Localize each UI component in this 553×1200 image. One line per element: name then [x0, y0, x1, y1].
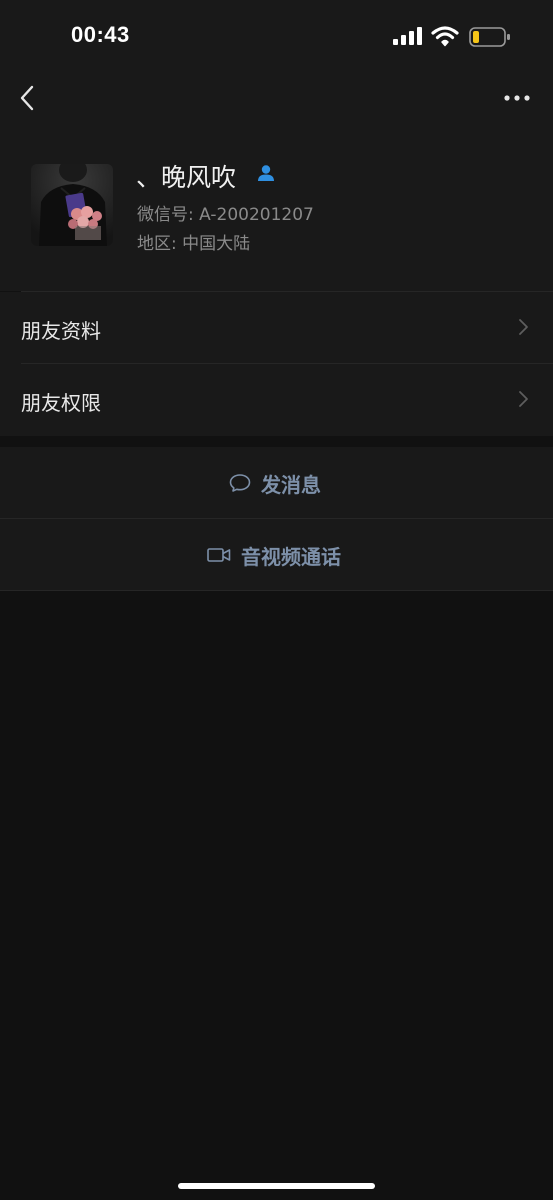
chevron-right-icon	[519, 391, 528, 407]
divider	[0, 590, 553, 591]
signal-icon	[393, 27, 422, 45]
send-message-button[interactable]: 发消息	[0, 447, 553, 519]
avatar-photo	[31, 164, 113, 246]
video-camera-icon	[207, 548, 231, 562]
nickname: 、晚风吹	[136, 163, 237, 192]
profile-header: 、晚风吹 微信号: A-200201207 地区: 中国大陆	[0, 130, 553, 291]
chevron-right-icon	[519, 319, 528, 335]
back-icon[interactable]	[16, 84, 40, 112]
home-indicator[interactable]	[178, 1183, 375, 1189]
friend-profile-row[interactable]: 朋友资料	[0, 292, 553, 364]
contact-profile-screen: 00:43 、晚风吹 微信号: A-200201207 地区: 中国大陆 朋友资…	[0, 0, 553, 1200]
chat-bubble-icon	[229, 474, 251, 492]
battery-icon	[469, 27, 510, 47]
region: 地区: 中国大陆	[137, 234, 251, 254]
contact-person-icon	[258, 165, 274, 181]
video-call-button[interactable]: 音视频通话	[0, 519, 553, 591]
divider	[21, 291, 553, 292]
more-icon[interactable]	[503, 88, 531, 108]
status-bar: 00:43	[0, 0, 553, 70]
avatar[interactable]	[31, 164, 113, 246]
friend-permissions-row[interactable]: 朋友权限	[0, 364, 553, 436]
friend-permissions-label: 朋友权限	[21, 391, 101, 415]
friend-profile-label: 朋友资料	[21, 319, 101, 343]
send-message-label: 发消息	[261, 472, 321, 497]
nav-bar	[0, 70, 553, 130]
wechat-id: 微信号: A-200201207	[137, 205, 314, 225]
wifi-icon	[431, 26, 459, 47]
status-time: 00:43	[71, 22, 130, 47]
video-call-label: 音视频通话	[241, 544, 341, 569]
